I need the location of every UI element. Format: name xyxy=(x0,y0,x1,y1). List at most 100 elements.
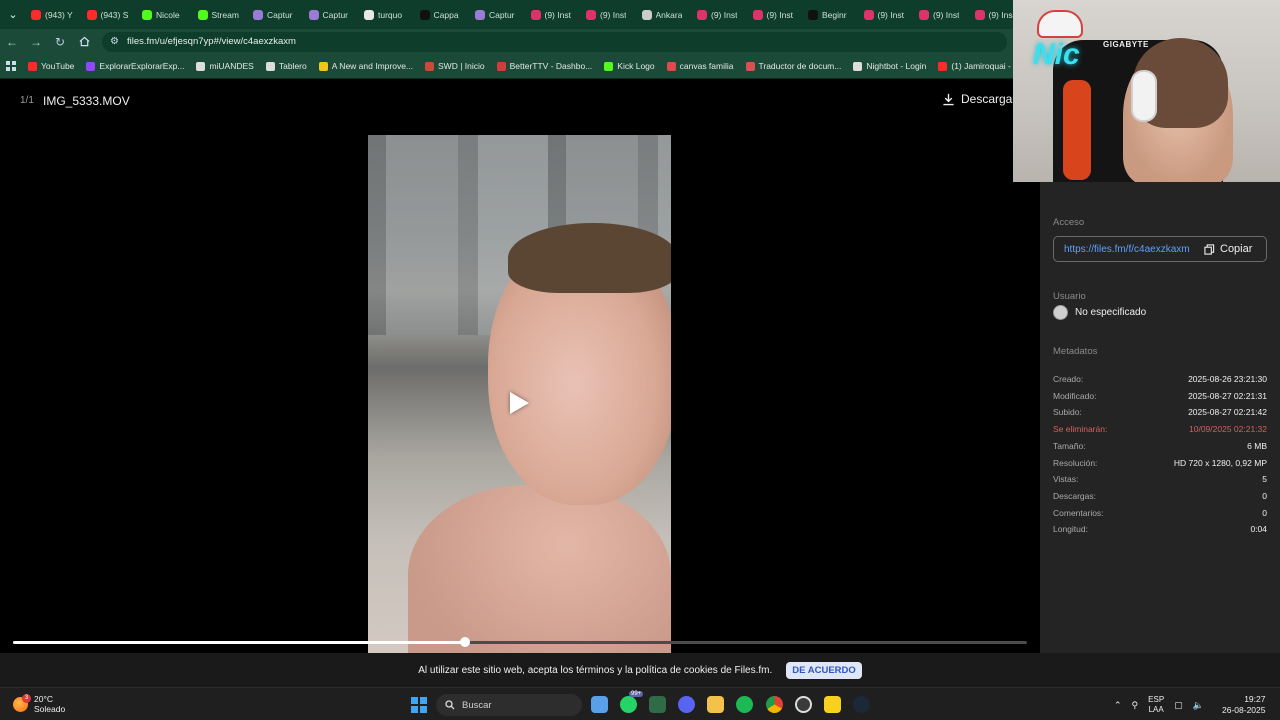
metadata-label: Metadatos xyxy=(1053,346,1098,357)
stream-logo: Nic xyxy=(1033,38,1080,71)
play-icon[interactable] xyxy=(510,392,529,414)
tab-search-button[interactable]: ⌄ xyxy=(0,4,26,26)
browser-tab[interactable]: (9) Inst xyxy=(914,3,970,27)
bookmark-item[interactable]: A New and Improve... xyxy=(313,61,419,71)
download-button[interactable]: Descargar xyxy=(942,92,1016,106)
metadata-key: Creado: xyxy=(1053,374,1084,384)
share-link-url[interactable]: https://files.fm/f/c4aexzkaxm xyxy=(1064,244,1196,255)
bookmark-item[interactable]: canvas familia xyxy=(661,61,740,71)
monitor-icon[interactable]: ▢ xyxy=(1174,700,1183,711)
browser-tab[interactable]: (9) Inst xyxy=(692,3,748,27)
bookmark-item[interactable]: BetterTTV - Dashbo... xyxy=(491,61,599,71)
metadata-key: Longitud: xyxy=(1053,524,1088,535)
site-info-icon[interactable]: ⚙ xyxy=(110,36,119,47)
browser-tab[interactable]: Captur xyxy=(248,3,304,27)
tab-label: (9) Inst xyxy=(877,9,904,20)
tab-favicon-icon xyxy=(641,9,652,20)
browser-tab[interactable]: Nicole xyxy=(137,3,193,27)
chrome-app-icon[interactable] xyxy=(766,696,783,713)
browser-tab[interactable]: (943) Y xyxy=(26,3,82,27)
metadata-row: Comentarios: 0 xyxy=(1053,508,1267,518)
sticky-notes-icon[interactable] xyxy=(824,696,841,713)
bookmark-label: A New and Improve... xyxy=(331,61,414,71)
apps-button[interactable] xyxy=(0,61,22,71)
metadata-key: Se eliminarán: xyxy=(1053,424,1108,435)
spotify-app-icon[interactable] xyxy=(736,696,753,713)
browser-tab[interactable]: turquo xyxy=(359,3,415,27)
bookmark-favicon-icon xyxy=(318,61,328,71)
reload-button[interactable]: ↻ xyxy=(48,31,72,53)
browser-tab[interactable]: Ankara xyxy=(637,3,693,27)
url-field[interactable]: ⚙ files.fm/u/efjesqn7yp#/view/c4aexzkaxm xyxy=(102,31,1007,52)
bookmark-favicon-icon xyxy=(853,61,863,71)
language-indicator[interactable]: ESP LAA xyxy=(1148,695,1164,715)
bookmark-item[interactable]: Nightbot - Login xyxy=(847,61,932,71)
video-subject-body xyxy=(408,485,671,653)
bookmark-label: Tablero xyxy=(278,61,307,71)
browser-tab[interactable]: Stream xyxy=(193,3,249,27)
browser-tab[interactable]: (9) Inst xyxy=(581,3,637,27)
bookmark-favicon-icon xyxy=(938,61,948,71)
browser-tab[interactable]: Beginr xyxy=(803,3,859,27)
tab-favicon-icon xyxy=(86,9,97,20)
windows-logo-pane xyxy=(420,697,427,704)
back-button[interactable]: ← xyxy=(0,31,24,53)
tab-label: Beginr xyxy=(822,9,847,20)
browser-tab[interactable]: (9) Inst xyxy=(526,3,582,27)
headset-icon xyxy=(1131,70,1157,122)
bookmark-item[interactable]: Kick Logo xyxy=(598,61,660,71)
cookie-accept-button[interactable]: DE ACUERDO xyxy=(786,661,862,679)
download-label: Descargar xyxy=(961,92,1017,106)
bookmark-item[interactable]: SWD | Inicio xyxy=(419,61,491,71)
clock[interactable]: 19:27 26-08-2025 xyxy=(1222,694,1265,716)
chevron-up-icon[interactable]: ⌃ xyxy=(1114,700,1122,711)
chevron-down-icon: ⌄ xyxy=(8,9,18,21)
whatsapp-app-icon[interactable]: 99+ xyxy=(620,691,644,713)
bookmark-item[interactable]: ExplorarExplorarExp... xyxy=(80,61,190,71)
discord-app-icon[interactable] xyxy=(678,696,695,713)
metadata-value: HD 720 x 1280, 0,92 MP xyxy=(1173,457,1267,468)
terminal-app-icon[interactable] xyxy=(649,696,666,713)
video-progress-bar[interactable] xyxy=(13,637,1027,647)
browser-tab[interactable]: Cappa xyxy=(415,3,471,27)
forward-button[interactable]: → xyxy=(24,31,48,53)
bookmark-label: miUANDES xyxy=(209,61,254,71)
bookmark-item[interactable]: miUANDES xyxy=(190,61,259,71)
metadata-row: Resolución: HD 720 x 1280, 0,92 MP xyxy=(1053,458,1267,468)
weather-temp: 20°C xyxy=(34,694,53,704)
bookmark-item[interactable]: Traductor de docum... xyxy=(740,61,848,71)
browser-tab[interactable]: (943) S xyxy=(82,3,138,27)
whatsapp-badge: 99+ xyxy=(629,691,644,697)
metadata-row: Modificado: 2025-08-27 02:21:31 xyxy=(1053,391,1267,401)
metadata-key: Modificado: xyxy=(1053,390,1097,401)
windows-taskbar: 3 20°C Soleado Buscar 99+ ⌃ ⚲ ESP LAA ▢ … xyxy=(0,687,1280,720)
share-link-field[interactable]: https://files.fm/f/c4aexzkaxm Copiar xyxy=(1053,236,1267,262)
microphone-icon[interactable]: ⚲ xyxy=(1132,700,1139,711)
browser-tab[interactable]: Captur xyxy=(304,3,360,27)
user-info: No especificado xyxy=(1053,305,1146,320)
copy-icon xyxy=(1204,243,1215,255)
windows-logo-icon xyxy=(411,697,418,704)
copy-button[interactable]: Copiar xyxy=(1204,243,1252,255)
metadata-row: Creado: 2025-08-26 23:21:30 xyxy=(1053,374,1267,384)
home-button[interactable] xyxy=(72,31,96,53)
url-text: files.fm/u/efjesqn7yp#/view/c4aexzkaxm xyxy=(126,36,296,47)
browser-tab[interactable]: Captur xyxy=(470,3,526,27)
notepad-app-icon[interactable] xyxy=(591,696,608,713)
taskbar-search[interactable]: Buscar xyxy=(436,694,582,716)
file-explorer-icon[interactable] xyxy=(707,696,724,713)
steam-app-icon[interactable] xyxy=(853,696,870,713)
weather-widget[interactable]: 3 20°C Soleado xyxy=(13,693,65,714)
metadata-value: 10/09/2025 02:21:32 xyxy=(1189,424,1267,435)
weather-badge: 3 xyxy=(22,693,31,703)
bookmark-label: Kick Logo xyxy=(617,61,655,71)
browser-tab[interactable]: (9) Inst xyxy=(859,3,915,27)
chair-brand: GIGABYTE xyxy=(1103,40,1149,49)
browser-tab[interactable]: (9) Inst xyxy=(748,3,804,27)
bookmark-item[interactable]: Tablero xyxy=(260,61,313,71)
bookmark-item[interactable]: YouTube xyxy=(22,61,80,71)
metadata-value: 6 MB xyxy=(1247,440,1267,451)
speaker-icon[interactable]: 🔈 xyxy=(1193,700,1204,711)
obs-app-icon[interactable] xyxy=(795,696,812,713)
start-button[interactable] xyxy=(411,697,427,713)
